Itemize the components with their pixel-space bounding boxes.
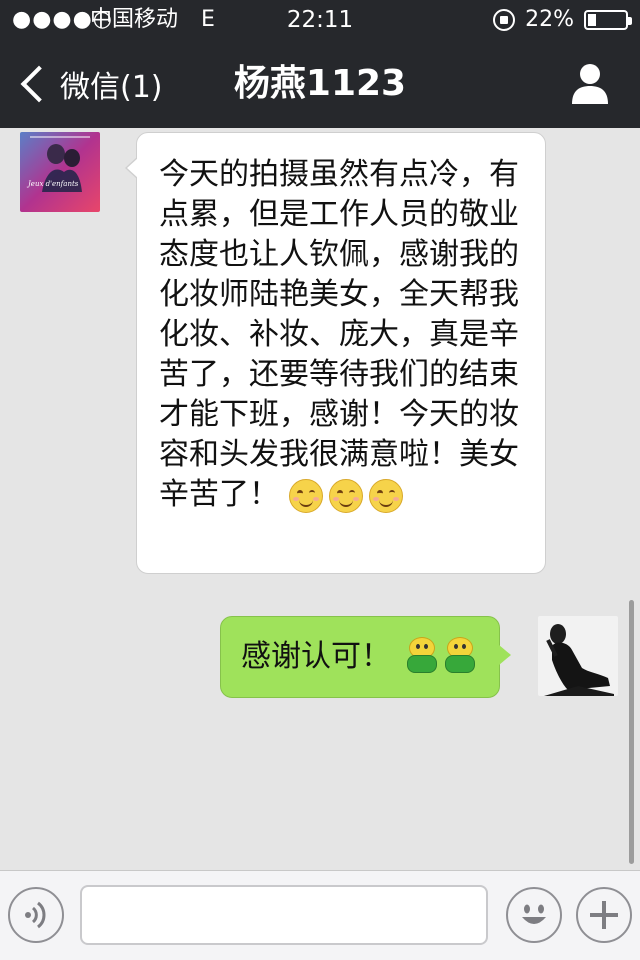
outgoing-message-bubble[interactable]: 感谢认可！	[220, 616, 511, 698]
profile-button[interactable]	[570, 62, 610, 106]
plus-icon	[590, 901, 618, 929]
incoming-message-bubble[interactable]: 今天的拍摄虽然有点冷，有点累，但是工作人员的敬业态度也让人钦佩，感谢我的化妆师陆…	[125, 132, 546, 574]
sender-avatar[interactable]: Jeux d'enfants	[20, 132, 100, 212]
portrait-photo-image	[538, 616, 618, 696]
chat-title: 杨燕1123	[233, 63, 407, 104]
poster-caption: Jeux d'enfants	[26, 180, 79, 188]
emoji-button[interactable]	[506, 887, 562, 943]
smile-emoji-icon	[288, 478, 323, 513]
person-icon	[572, 64, 608, 104]
emoji-group	[288, 478, 403, 513]
rotation-lock-icon	[493, 9, 516, 31]
voice-button[interactable]	[8, 887, 64, 943]
voice-icon	[25, 901, 46, 929]
input-bar	[0, 870, 640, 960]
frog-emoji-icon	[443, 637, 477, 675]
status-bar: ●●●●○ 中国移动 E 22:11 22%	[0, 0, 640, 40]
my-avatar[interactable]	[538, 616, 618, 696]
status-right: 22%	[493, 0, 632, 40]
incoming-message-text: 今天的拍摄虽然有点冷，有点累，但是工作人员的敬业态度也让人钦佩，感谢我的化妆师陆…	[159, 157, 519, 512]
outgoing-message-text: 感谢认可！	[241, 639, 391, 674]
smile-emoji-icon	[368, 478, 403, 513]
movie-poster-image: Jeux d'enfants	[20, 132, 100, 212]
chat-scrollbar[interactable]	[629, 600, 634, 864]
emoji-face-icon	[522, 904, 546, 924]
nav-bar: 微信(1) 杨燕1123	[0, 40, 640, 128]
battery-icon	[584, 10, 632, 30]
message-input[interactable]	[80, 885, 488, 945]
top-bar: ●●●●○ 中国移动 E 22:11 22% 微信(1) 杨燕1123	[0, 0, 640, 128]
more-button[interactable]	[576, 887, 632, 943]
frog-emoji-icon	[405, 637, 439, 675]
smile-emoji-icon	[328, 478, 363, 513]
battery-percent: 22%	[525, 7, 574, 32]
